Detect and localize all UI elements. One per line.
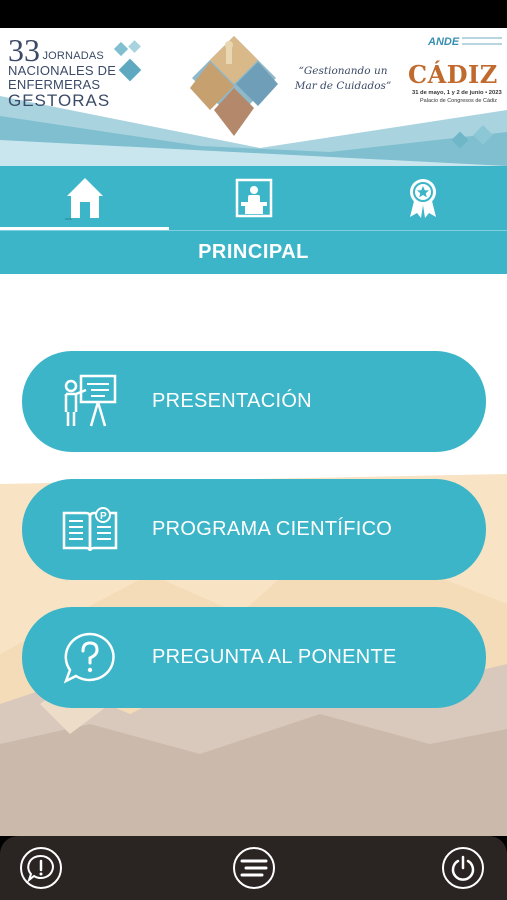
award-ribbon-icon	[409, 179, 436, 218]
event-banner: 33 JORNADAS NACIONALES DE ENFERMERAS GES…	[0, 28, 507, 166]
alert-bubble-icon	[27, 854, 54, 882]
svg-text:P: P	[100, 511, 107, 522]
section-header: PRINCIPAL	[0, 230, 507, 274]
main-menu-button[interactable]	[233, 847, 275, 889]
logo-diamonds-icon	[113, 40, 142, 82]
cadiz-logo: CÁDIZ	[408, 60, 498, 89]
menu-scientific-program-label: PROGRAMA CIENTÍFICO	[152, 518, 393, 540]
tab-speakers[interactable]	[169, 166, 338, 230]
logo-line-1: JORNADAS	[42, 50, 104, 62]
bottom-toolbar	[0, 836, 507, 900]
power-icon	[451, 855, 475, 881]
tab-awards[interactable]	[338, 166, 507, 230]
menu-ask-speaker-label: PREGUNTA AL PONENTE	[152, 646, 397, 668]
speaker-podium-icon	[235, 178, 272, 218]
power-button[interactable]	[442, 847, 484, 889]
alert-button[interactable]	[20, 847, 62, 889]
cadiz-photo-collage	[190, 36, 278, 136]
menu-ask-speaker-button[interactable]: PREGUNTA AL PONENTE	[22, 607, 486, 708]
status-bar	[0, 0, 507, 28]
home-icon	[64, 178, 103, 220]
menu-presentation-button[interactable]: PRESENTACIÓN	[22, 351, 486, 452]
bottom-toolbar-panel	[0, 836, 507, 900]
top-nav	[0, 166, 507, 230]
event-venue: Palacio de Congresos de Cádiz	[420, 98, 498, 104]
menu-presentation-label: PRESENTACIÓN	[152, 390, 312, 412]
page-title: PRINCIPAL	[198, 241, 309, 263]
logo-line-4: GESTORAS	[8, 91, 111, 110]
presenter-board-icon	[60, 372, 120, 432]
menu-lines-icon	[240, 859, 268, 877]
menu-scientific-program-button[interactable]: P PROGRAMA CIENTÍFICO	[22, 479, 486, 580]
open-book-icon: P	[60, 500, 120, 560]
tab-home[interactable]	[0, 166, 169, 230]
logo-number: 33	[8, 32, 40, 68]
event-dates: 31 de mayo, 1 y 2 de junio • 2023	[412, 90, 502, 96]
event-slogan: “Gestionando un Mar de Cuidados”	[294, 65, 392, 92]
ande-logo-lines	[462, 37, 502, 45]
banner-diamonds-icon	[451, 125, 493, 149]
ande-logo: ANDE	[428, 36, 460, 48]
question-bubble-icon	[60, 628, 120, 688]
